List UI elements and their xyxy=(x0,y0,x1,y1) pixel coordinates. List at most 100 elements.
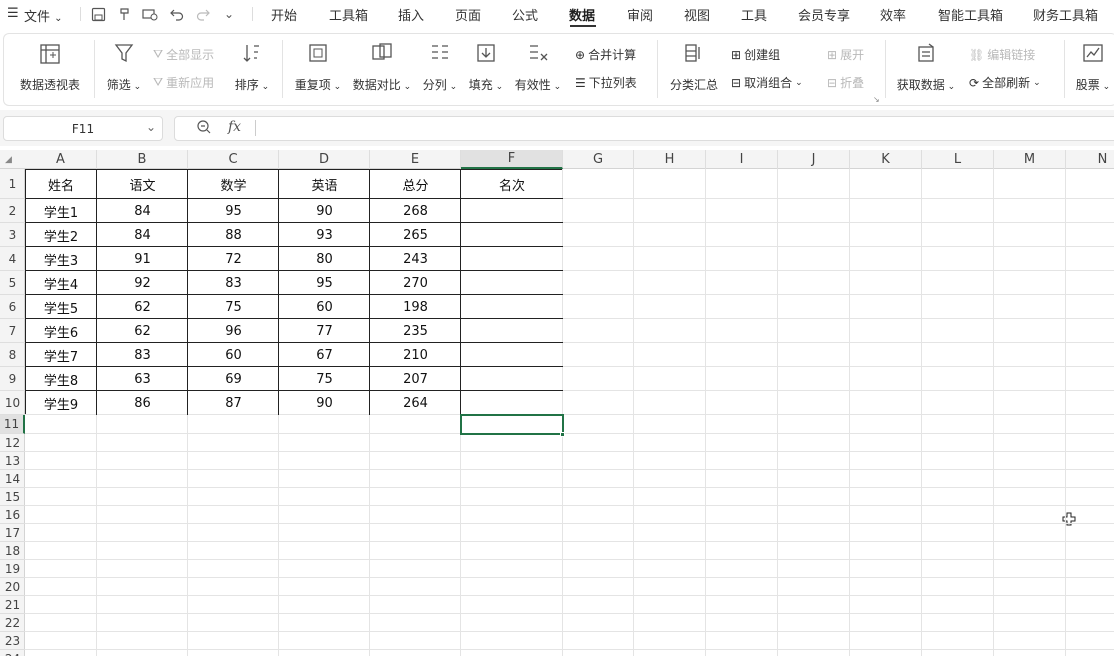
active-cell-selection[interactable] xyxy=(460,414,564,435)
row-header-10[interactable]: 10 xyxy=(0,391,25,415)
table-cell[interactable]: 96 xyxy=(188,319,279,343)
table-cell[interactable] xyxy=(461,247,563,271)
table-cell[interactable]: 60 xyxy=(279,295,370,319)
row-header-9[interactable]: 9 xyxy=(0,367,25,391)
dialog-launcher-icon[interactable]: ↘ xyxy=(873,95,880,104)
row-header-1[interactable]: 1 xyxy=(0,169,25,199)
row-header-24[interactable]: 24 xyxy=(0,650,25,656)
tab-data[interactable]: 数据 xyxy=(569,5,595,24)
name-box-dropdown-icon[interactable]: ⌄ xyxy=(146,120,156,134)
table-cell[interactable]: 243 xyxy=(370,247,461,271)
row-header-11[interactable]: 11 xyxy=(0,415,25,434)
tab-home[interactable]: 开始 xyxy=(271,5,297,24)
table-cell[interactable] xyxy=(461,343,563,367)
row-header-16[interactable]: 16 xyxy=(0,506,25,524)
table-cell[interactable]: 75 xyxy=(188,295,279,319)
save-icon[interactable] xyxy=(89,5,107,23)
stocks-button[interactable]: 股票 ⌄ xyxy=(1073,42,1113,93)
edit-links-button[interactable]: ⛓ 编辑链接 xyxy=(969,46,1035,63)
table-cell[interactable]: 83 xyxy=(188,271,279,295)
table-cell[interactable]: 学生3 xyxy=(25,247,97,271)
table-cell[interactable]: 264 xyxy=(370,391,461,415)
hamburger-icon[interactable]: ☰ xyxy=(7,6,19,21)
row-header-8[interactable]: 8 xyxy=(0,343,25,367)
table-cell[interactable]: 83 xyxy=(97,343,188,367)
undo-icon[interactable] xyxy=(168,5,186,23)
table-cell[interactable] xyxy=(461,223,563,247)
table-cell[interactable]: 学生2 xyxy=(25,223,97,247)
column-header-b[interactable]: B xyxy=(97,150,188,169)
table-cell[interactable]: 80 xyxy=(279,247,370,271)
table-cell[interactable] xyxy=(461,391,563,415)
table-cell[interactable]: 学生6 xyxy=(25,319,97,343)
table-cell[interactable]: 90 xyxy=(279,391,370,415)
table-cell[interactable] xyxy=(461,367,563,391)
column-header-a[interactable]: A xyxy=(25,150,97,169)
tab-tools[interactable]: 工具 xyxy=(741,5,767,24)
row-header-22[interactable]: 22 xyxy=(0,614,25,632)
tab-efficiency[interactable]: 效率 xyxy=(880,5,906,24)
table-cell[interactable]: 95 xyxy=(188,199,279,223)
row-header-13[interactable]: 13 xyxy=(0,452,25,470)
tab-review[interactable]: 审阅 xyxy=(627,5,653,24)
filter-button[interactable]: 筛选 ⌄ xyxy=(104,42,144,93)
table-cell[interactable]: 87 xyxy=(188,391,279,415)
table-cell[interactable]: 75 xyxy=(279,367,370,391)
fill-button[interactable]: 填充 ⌄ xyxy=(467,42,505,93)
table-cell[interactable]: 学生5 xyxy=(25,295,97,319)
table-cell[interactable] xyxy=(461,199,563,223)
column-header-n[interactable]: N xyxy=(1066,150,1114,169)
row-header-2[interactable]: 2 xyxy=(0,199,25,223)
tab-insert[interactable]: 插入 xyxy=(398,5,424,24)
validity-button[interactable]: 有效性 ⌄ xyxy=(513,42,563,93)
row-header-14[interactable]: 14 xyxy=(0,470,25,488)
row-header-3[interactable]: 3 xyxy=(0,223,25,247)
table-cell[interactable]: 270 xyxy=(370,271,461,295)
table-cell[interactable]: 88 xyxy=(188,223,279,247)
row-header-15[interactable]: 15 xyxy=(0,488,25,506)
consolidate-button[interactable]: ⊕ 合并计算 xyxy=(575,46,636,63)
name-box[interactable]: F11 xyxy=(3,116,163,141)
subtotal-button[interactable]: 分类汇总 xyxy=(668,42,720,93)
table-cell[interactable]: 210 xyxy=(370,343,461,367)
row-header-23[interactable]: 23 xyxy=(0,632,25,650)
column-header-f[interactable]: F xyxy=(461,150,563,169)
table-cell[interactable]: 95 xyxy=(279,271,370,295)
table-header-cell[interactable]: 语文 xyxy=(97,169,188,199)
table-cell[interactable]: 学生7 xyxy=(25,343,97,367)
table-cell[interactable]: 265 xyxy=(370,223,461,247)
get-data-button[interactable]: 获取数据 ⌄ xyxy=(896,42,956,93)
tab-toolbox[interactable]: 工具箱 xyxy=(329,5,368,24)
table-cell[interactable]: 84 xyxy=(97,199,188,223)
table-cell[interactable]: 62 xyxy=(97,319,188,343)
file-menu[interactable]: 文件 ⌄ xyxy=(24,6,63,25)
table-header-cell[interactable]: 名次 xyxy=(461,169,563,199)
table-cell[interactable]: 92 xyxy=(97,271,188,295)
table-cell[interactable]: 93 xyxy=(279,223,370,247)
column-header-c[interactable]: C xyxy=(188,150,279,169)
function-icon[interactable]: fx xyxy=(228,119,241,135)
column-header-i[interactable]: I xyxy=(706,150,778,169)
table-cell[interactable]: 60 xyxy=(188,343,279,367)
table-cell[interactable]: 86 xyxy=(97,391,188,415)
table-cell[interactable]: 77 xyxy=(279,319,370,343)
sort-button[interactable]: 排序 ⌄ xyxy=(232,42,272,93)
column-header-h[interactable]: H xyxy=(634,150,706,169)
formula-input[interactable] xyxy=(174,116,1114,141)
table-cell[interactable] xyxy=(461,271,563,295)
fill-handle[interactable] xyxy=(560,432,565,437)
table-cell[interactable]: 90 xyxy=(279,199,370,223)
table-cell[interactable]: 学生9 xyxy=(25,391,97,415)
select-all-corner[interactable]: ◢ xyxy=(5,155,12,165)
table-cell[interactable]: 198 xyxy=(370,295,461,319)
duplicates-button[interactable]: 重复项 ⌄ xyxy=(294,42,342,93)
table-cell[interactable]: 学生8 xyxy=(25,367,97,391)
column-header-l[interactable]: L xyxy=(922,150,994,169)
row-header-19[interactable]: 19 xyxy=(0,560,25,578)
column-header-m[interactable]: M xyxy=(994,150,1066,169)
tab-formula[interactable]: 公式 xyxy=(512,5,538,24)
refresh-all-button[interactable]: ⟳ 全部刷新 ⌄ xyxy=(969,74,1041,91)
row-header-4[interactable]: 4 xyxy=(0,247,25,271)
row-header-12[interactable]: 12 xyxy=(0,434,25,452)
table-header-cell[interactable]: 数学 xyxy=(188,169,279,199)
